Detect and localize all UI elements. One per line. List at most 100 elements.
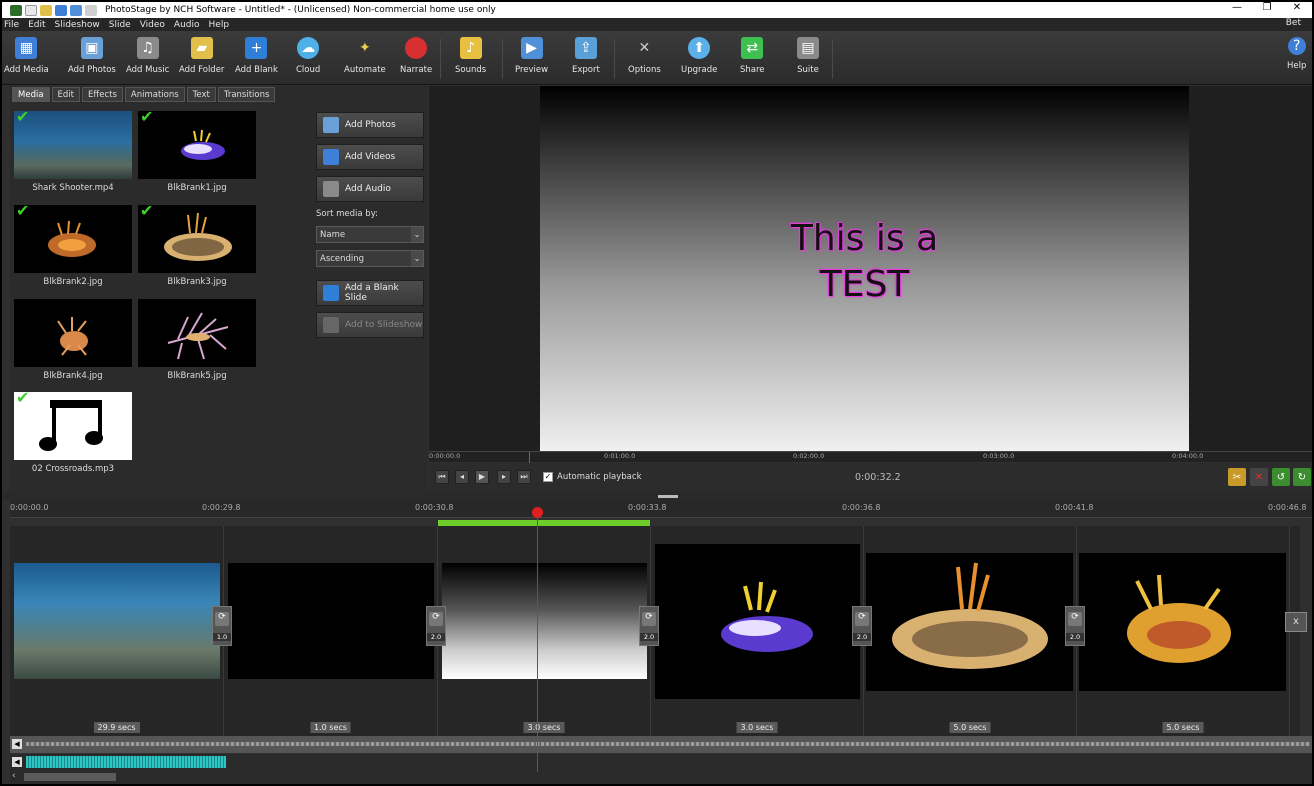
split-scissors-button[interactable]: ✂: [1228, 468, 1246, 486]
add-to-slideshow-button[interactable]: Add to Slideshow: [316, 312, 424, 338]
menu-edit[interactable]: Edit: [28, 20, 45, 30]
tab-edit[interactable]: Edit: [51, 87, 80, 102]
timeline-clip[interactable]: 3.0 secs: [438, 526, 651, 736]
sort-label: Sort media by:: [316, 209, 378, 219]
help-button[interactable]: ? Help: [1287, 37, 1306, 83]
share-button[interactable]: ⇄ Share: [740, 37, 765, 83]
timeline-clip[interactable]: 29.9 secs: [10, 526, 224, 736]
new-file-icon[interactable]: [25, 4, 37, 16]
scroll-left-icon[interactable]: ‹: [12, 771, 16, 781]
panel-splitter[interactable]: [2, 491, 1312, 500]
restore-button[interactable]: ❐: [1252, 2, 1282, 13]
transition-marker[interactable]: ⟳ 2.0: [639, 606, 659, 646]
speaker-icon[interactable]: ◀: [12, 739, 22, 749]
delete-button[interactable]: ✕: [1250, 468, 1268, 486]
menu-audio[interactable]: Audio: [174, 20, 200, 30]
timeline-clip[interactable]: 3.0 secs: [651, 526, 864, 736]
suite-button[interactable]: ▤ Suite: [797, 37, 819, 83]
rotate-right-icon: ↻: [1297, 471, 1307, 483]
menu-file[interactable]: File: [4, 20, 19, 30]
media-item[interactable]: ✔ BlkBrank3.jpg: [138, 201, 256, 293]
preview-panel: This is a TEST: [429, 86, 1312, 451]
rotate-right-button[interactable]: ↻: [1293, 468, 1311, 486]
media-item[interactable]: ✔ BlkBrank2.jpg: [14, 201, 132, 293]
tab-effects[interactable]: Effects: [82, 87, 123, 102]
automatic-playback-checkbox[interactable]: ✓: [543, 472, 553, 482]
transition-marker[interactable]: ⟳ 2.0: [426, 606, 446, 646]
timeline-clip[interactable]: 5.0 secs: [1077, 526, 1290, 736]
toolbar-separator: [614, 39, 615, 79]
slide-preview-canvas[interactable]: This is a TEST: [540, 86, 1189, 451]
nudibranch-image: [892, 562, 1048, 669]
timeline-clip[interactable]: 1.0 secs: [224, 526, 438, 736]
add-music-icon: ♫: [136, 37, 159, 59]
media-item[interactable]: ✔ BlkBrank1.jpg: [138, 107, 256, 199]
timeline-ruler[interactable]: 0:00:00.0 0:00:29.8 0:00:30.8 0:00:33.8 …: [10, 500, 1312, 518]
preview-playhead[interactable]: [529, 452, 530, 463]
timeline-clip[interactable]: 5.0 secs: [864, 526, 1077, 736]
close-icon: ✕: [1254, 471, 1264, 483]
upgrade-button[interactable]: ⬆ Upgrade: [681, 37, 717, 83]
add-audio-button[interactable]: Add Audio: [316, 176, 424, 202]
transition-marker[interactable]: ⟳ 2.0: [1065, 606, 1085, 646]
menu-slideshow[interactable]: Slideshow: [55, 20, 100, 30]
undo-icon[interactable]: [70, 4, 82, 16]
add-videos-button[interactable]: Add Videos: [316, 144, 424, 170]
preview-button[interactable]: ▶ Preview: [515, 37, 548, 83]
play-button[interactable]: ▶: [475, 470, 489, 484]
tab-animations[interactable]: Animations: [124, 87, 185, 102]
tab-transitions[interactable]: Transitions: [217, 87, 276, 102]
window-controls: — ❐ ✕: [1222, 2, 1312, 13]
timeline-scrollbar[interactable]: ‹: [10, 770, 1312, 784]
audio-track-2[interactable]: ◀: [10, 754, 1312, 770]
close-button[interactable]: ✕: [1282, 2, 1312, 13]
media-item[interactable]: BlkBrank4.jpg: [14, 295, 132, 387]
audio-track-1[interactable]: ◀: [10, 736, 1312, 753]
step-forward-button[interactable]: ▸: [497, 470, 511, 484]
media-item[interactable]: ✔ Shark Shooter.mp4: [14, 107, 132, 199]
redo-icon[interactable]: [85, 4, 97, 16]
panel-tabs: Media Edit Effects Animations Text Trans…: [12, 87, 276, 102]
add-music-button[interactable]: ♫ Add Music: [126, 37, 169, 83]
scrollbar-thumb[interactable]: [24, 773, 116, 781]
automate-button[interactable]: ✦ Automate: [344, 37, 386, 83]
save-icon[interactable]: [55, 4, 67, 16]
end-of-slideshow-marker[interactable]: x: [1285, 612, 1307, 632]
audio-waveform: [26, 742, 1310, 746]
sounds-button[interactable]: ♪ Sounds: [455, 37, 486, 83]
timeline-playhead-handle[interactable]: [532, 507, 543, 518]
speaker-icon[interactable]: ◀: [12, 757, 22, 767]
timeline-track: 29.9 secs 1.0 secs 3.0 secs 3.0 secs 5.0…: [10, 526, 1307, 736]
preview-ruler[interactable]: 0:00:00.0 0:01:00.0 0:02:00.0 0:03:00.0 …: [429, 451, 1312, 463]
transition-marker[interactable]: ⟳ 2.0: [852, 606, 872, 646]
tab-text[interactable]: Text: [186, 87, 216, 102]
add-blank-button[interactable]: + Add Blank: [235, 37, 278, 83]
options-button[interactable]: ✕ Options: [628, 37, 661, 83]
sort-order-select[interactable]: Ascending ⌄: [316, 250, 424, 267]
open-folder-icon[interactable]: [40, 4, 52, 16]
add-folder-button[interactable]: ▰ Add Folder: [179, 37, 224, 83]
cloud-button[interactable]: ☁ Cloud: [296, 37, 320, 83]
add-photos-side-button[interactable]: Add Photos: [316, 112, 424, 138]
media-item[interactable]: BlkBrank5.jpg: [138, 295, 256, 387]
sort-by-select[interactable]: Name ⌄: [316, 226, 424, 243]
nudibranch-image: [181, 129, 225, 160]
add-blank-slide-button[interactable]: Add a Blank Slide: [316, 280, 424, 306]
splitter-grip[interactable]: [658, 495, 678, 498]
add-media-button[interactable]: ▦ Add Media: [4, 37, 49, 83]
go-to-start-button[interactable]: ⏮: [435, 470, 449, 484]
go-to-end-button[interactable]: ⏭: [517, 470, 531, 484]
export-button[interactable]: ⇪ Export: [572, 37, 600, 83]
tab-media[interactable]: Media: [12, 87, 50, 102]
minimize-button[interactable]: —: [1222, 2, 1252, 13]
menu-video[interactable]: Video: [140, 20, 165, 30]
menu-help[interactable]: Help: [209, 20, 230, 30]
rotate-left-button[interactable]: ↺: [1272, 468, 1290, 486]
timeline-playhead[interactable]: [537, 510, 538, 772]
menu-slide[interactable]: Slide: [109, 20, 131, 30]
narrate-button[interactable]: Narrate: [400, 37, 432, 83]
media-item[interactable]: ✔ 02 Crossroads.mp3: [14, 388, 132, 480]
step-back-button[interactable]: ◂: [455, 470, 469, 484]
transition-marker[interactable]: ⟳ 1.0: [212, 606, 232, 646]
add-photos-button[interactable]: ▣ Add Photos: [68, 37, 116, 83]
